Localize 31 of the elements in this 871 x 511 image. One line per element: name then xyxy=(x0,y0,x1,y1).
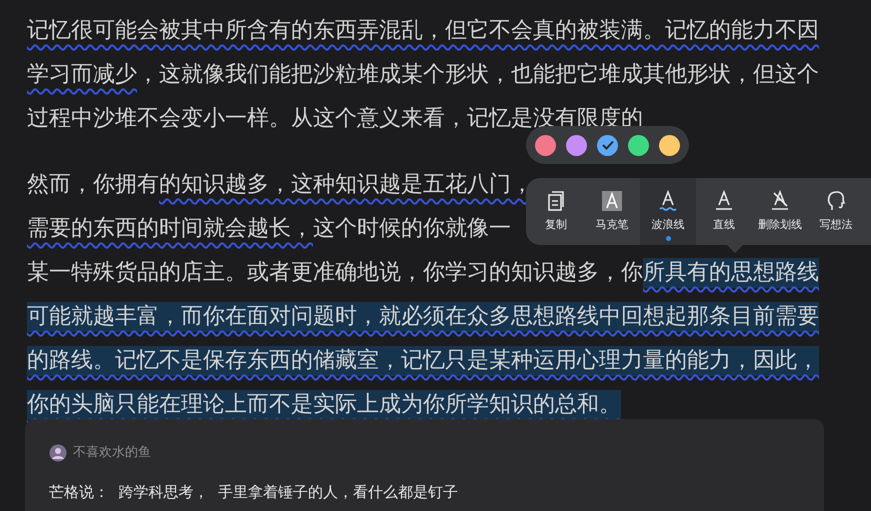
color-swatch[interactable] xyxy=(597,134,618,156)
body-text: 某一特殊货品的店主。或者更准确地说，你学习的知识越多，你 xyxy=(27,259,643,287)
underlined-text: 记忆很可能会被其中所含有的东西弄混乱，但它不会真的被装满。记忆的能力不因 xyxy=(27,17,819,45)
highlighted-text: 你的头脑只能在理论上而不是实际上成为你所学知识的总和。 xyxy=(27,390,621,420)
underlined-text: 学习而减少 xyxy=(27,61,137,89)
copy-icon xyxy=(546,190,566,212)
underlined-text: 需要的东西的时间就会越长， xyxy=(27,215,313,243)
underline-icon xyxy=(713,190,735,212)
toolbar-tool[interactable]: 写想法 xyxy=(808,178,864,245)
strikethrough-icon xyxy=(769,190,791,212)
highlighted-text: 的路线。记忆不是保存东西的储藏室，记忆只是某种运用心理力量的能力，因此， xyxy=(27,346,819,376)
marker-icon xyxy=(601,190,623,212)
body-text: 然而，你拥有 xyxy=(27,171,159,199)
toolbar-tool[interactable]: 直线 xyxy=(696,178,752,245)
body-text: ，这就像我们能把沙粒堆成某个形状，也能把它堆成其他形状，但这个 xyxy=(137,61,819,89)
highlighted-text: 可能就越丰富，而你在面对问题时，就必须在众多思想路线中回想起那条目前需要 xyxy=(27,302,819,332)
check-icon xyxy=(602,140,614,150)
toolbar-tool[interactable]: 波浪线 xyxy=(640,178,696,245)
toolbar-tool[interactable]: 删除划线 xyxy=(752,178,808,245)
color-swatch[interactable] xyxy=(659,134,680,156)
body-text: 这个时候的你就像一 xyxy=(313,215,511,243)
toolbar-tool[interactable]: 马克笔 xyxy=(584,178,640,245)
note-quote: 芒格说： 跨学科思考， 手里拿着锤子的人，看什么都是钉子 xyxy=(49,482,460,502)
highlighted-text: 所具有的思想路线 xyxy=(643,258,819,288)
wavy-underline-icon xyxy=(657,190,679,212)
author-name: 不喜欢水的鱼 xyxy=(73,444,151,462)
head-icon xyxy=(826,190,846,212)
color-swatch[interactable] xyxy=(628,134,649,156)
avatar xyxy=(49,444,67,462)
color-swatch[interactable] xyxy=(535,134,556,156)
color-swatch[interactable] xyxy=(566,134,587,156)
